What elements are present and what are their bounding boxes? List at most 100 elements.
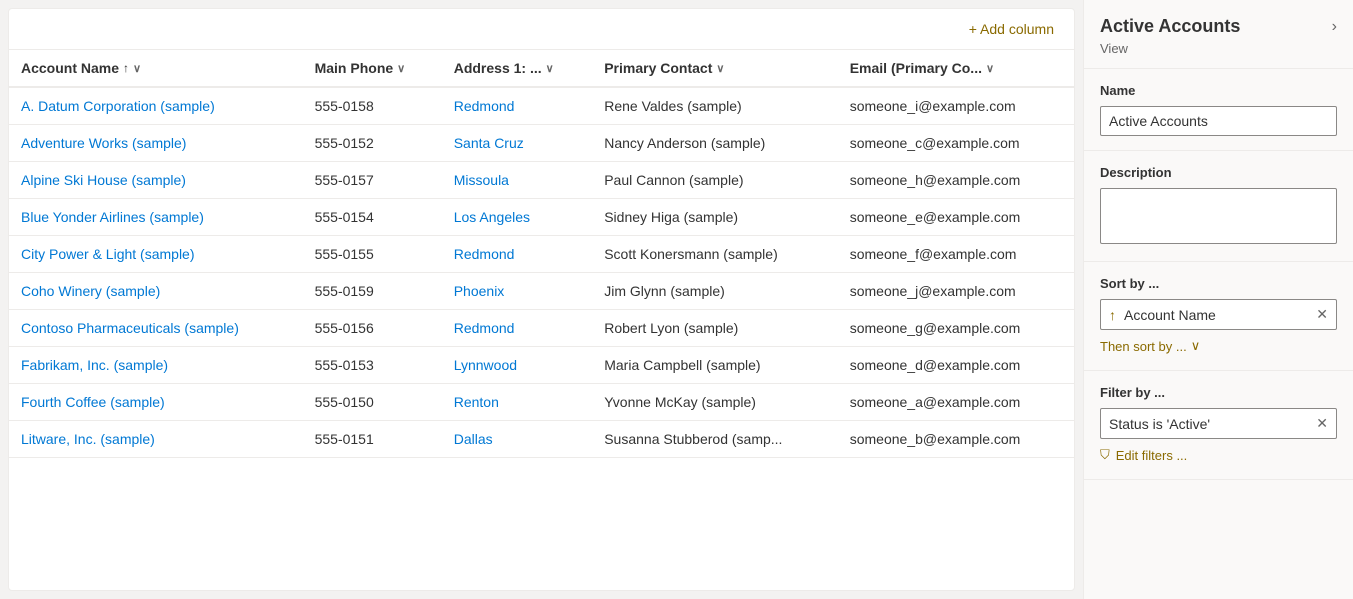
cell-email: someone_h@example.com — [838, 162, 1074, 199]
then-sort-label: Then sort by ... — [1100, 339, 1187, 354]
col-account-name-chevron: ∨ — [133, 62, 141, 75]
col-primary-contact[interactable]: Primary Contact ∨ — [592, 50, 837, 87]
sort-item: ↑ Account Name ✕ — [1100, 299, 1337, 330]
filter-item-text: Status is 'Active' — [1109, 416, 1316, 432]
sort-item-text: Account Name — [1124, 307, 1316, 323]
cell-account-name[interactable]: Adventure Works (sample) — [9, 125, 303, 162]
col-address1-label: Address 1: ... — [454, 60, 542, 76]
cell-email: someone_c@example.com — [838, 125, 1074, 162]
col-main-phone-chevron: ∨ — [397, 62, 405, 75]
cell-address1[interactable]: Redmond — [442, 310, 593, 347]
table-row: Alpine Ski House (sample)555-0157Missoul… — [9, 162, 1074, 199]
cell-address1[interactable]: Renton — [442, 384, 593, 421]
cell-address1[interactable]: Dallas — [442, 421, 593, 458]
cell-primary-contact: Susanna Stubberod (samp... — [592, 421, 837, 458]
cell-primary-contact: Rene Valdes (sample) — [592, 87, 837, 125]
cell-email: someone_f@example.com — [838, 236, 1074, 273]
table-row: Coho Winery (sample)555-0159PhoenixJim G… — [9, 273, 1074, 310]
cell-address1[interactable]: Los Angeles — [442, 199, 593, 236]
cell-main-phone: 555-0155 — [303, 236, 442, 273]
toolbar: + Add column — [9, 9, 1074, 50]
col-primary-contact-label: Primary Contact — [604, 60, 712, 76]
cell-address1[interactable]: Redmond — [442, 87, 593, 125]
col-address1[interactable]: Address 1: ... ∨ — [442, 50, 593, 87]
cell-email: someone_b@example.com — [838, 421, 1074, 458]
cell-main-phone: 555-0156 — [303, 310, 442, 347]
col-account-name-label: Account Name — [21, 60, 119, 76]
edit-filters-label: Edit filters ... — [1116, 448, 1188, 463]
filter-clear-icon[interactable]: ✕ — [1316, 415, 1328, 432]
cell-primary-contact: Yvonne McKay (sample) — [592, 384, 837, 421]
cell-address1[interactable]: Missoula — [442, 162, 593, 199]
sort-asc-icon: ↑ — [123, 61, 129, 75]
table-row: Adventure Works (sample)555-0152Santa Cr… — [9, 125, 1074, 162]
sort-section-label: Sort by ... — [1100, 276, 1337, 291]
edit-filters-button[interactable]: ⛉ Edit filters ... — [1100, 445, 1187, 465]
cell-main-phone: 555-0152 — [303, 125, 442, 162]
cell-primary-contact: Sidney Higa (sample) — [592, 199, 837, 236]
panel-expand-icon[interactable]: › — [1332, 18, 1337, 36]
cell-primary-contact: Maria Campbell (sample) — [592, 347, 837, 384]
cell-email: someone_i@example.com — [838, 87, 1074, 125]
cell-primary-contact: Scott Konersmann (sample) — [592, 236, 837, 273]
cell-email: someone_d@example.com — [838, 347, 1074, 384]
col-address1-chevron: ∨ — [546, 62, 554, 75]
cell-account-name[interactable]: Litware, Inc. (sample) — [9, 421, 303, 458]
table-row: Fourth Coffee (sample)555-0150RentonYvon… — [9, 384, 1074, 421]
table-row: Litware, Inc. (sample)555-0151DallasSusa… — [9, 421, 1074, 458]
col-email[interactable]: Email (Primary Co... ∨ — [838, 50, 1074, 87]
cell-main-phone: 555-0154 — [303, 199, 442, 236]
cell-account-name[interactable]: Fourth Coffee (sample) — [9, 384, 303, 421]
col-email-chevron: ∨ — [986, 62, 994, 75]
description-section: Description — [1084, 151, 1353, 262]
table-row: Contoso Pharmaceuticals (sample)555-0156… — [9, 310, 1074, 347]
col-main-phone[interactable]: Main Phone ∨ — [303, 50, 442, 87]
col-email-label: Email (Primary Co... — [850, 60, 982, 76]
then-sort-button[interactable]: Then sort by ... ∨ — [1100, 336, 1200, 356]
filter-funnel-icon: ⛉ — [1100, 447, 1110, 463]
name-input[interactable] — [1100, 106, 1337, 136]
data-table: Account Name ↑ ∨ Main Phone ∨ Addr — [9, 50, 1074, 590]
cell-main-phone: 555-0151 — [303, 421, 442, 458]
cell-email: someone_e@example.com — [838, 199, 1074, 236]
sort-section: Sort by ... ↑ Account Name ✕ Then sort b… — [1084, 262, 1353, 371]
cell-account-name[interactable]: Blue Yonder Airlines (sample) — [9, 199, 303, 236]
panel-header: Active Accounts › — [1084, 0, 1353, 41]
name-section-label: Name — [1100, 83, 1337, 98]
cell-main-phone: 555-0150 — [303, 384, 442, 421]
panel-subtitle: View — [1084, 41, 1353, 68]
table-row: Blue Yonder Airlines (sample)555-0154Los… — [9, 199, 1074, 236]
cell-account-name[interactable]: Fabrikam, Inc. (sample) — [9, 347, 303, 384]
table-row: City Power & Light (sample)555-0155Redmo… — [9, 236, 1074, 273]
then-sort-chevron: ∨ — [1191, 338, 1201, 354]
sort-up-icon: ↑ — [1109, 307, 1116, 323]
sort-clear-icon[interactable]: ✕ — [1316, 306, 1328, 323]
cell-address1[interactable]: Phoenix — [442, 273, 593, 310]
cell-primary-contact: Nancy Anderson (sample) — [592, 125, 837, 162]
cell-email: someone_j@example.com — [838, 273, 1074, 310]
description-section-label: Description — [1100, 165, 1337, 180]
cell-account-name[interactable]: Coho Winery (sample) — [9, 273, 303, 310]
cell-primary-contact: Paul Cannon (sample) — [592, 162, 837, 199]
col-primary-contact-chevron: ∨ — [716, 62, 724, 75]
col-main-phone-label: Main Phone — [315, 60, 394, 76]
name-section: Name — [1084, 69, 1353, 151]
col-account-name[interactable]: Account Name ↑ ∨ — [9, 50, 303, 87]
cell-account-name[interactable]: Contoso Pharmaceuticals (sample) — [9, 310, 303, 347]
filter-item: Status is 'Active' ✕ — [1100, 408, 1337, 439]
main-table-area: + Add column Account Name ↑ ∨ Main Phone — [8, 8, 1075, 591]
add-column-button[interactable]: + Add column — [961, 17, 1062, 41]
cell-account-name[interactable]: Alpine Ski House (sample) — [9, 162, 303, 199]
cell-email: someone_a@example.com — [838, 384, 1074, 421]
cell-account-name[interactable]: A. Datum Corporation (sample) — [9, 87, 303, 125]
cell-primary-contact: Jim Glynn (sample) — [592, 273, 837, 310]
cell-main-phone: 555-0158 — [303, 87, 442, 125]
cell-address1[interactable]: Redmond — [442, 236, 593, 273]
panel-title: Active Accounts — [1100, 16, 1240, 37]
description-textarea[interactable] — [1100, 188, 1337, 244]
cell-main-phone: 555-0157 — [303, 162, 442, 199]
cell-address1[interactable]: Santa Cruz — [442, 125, 593, 162]
table-row: A. Datum Corporation (sample)555-0158Red… — [9, 87, 1074, 125]
cell-address1[interactable]: Lynnwood — [442, 347, 593, 384]
cell-account-name[interactable]: City Power & Light (sample) — [9, 236, 303, 273]
